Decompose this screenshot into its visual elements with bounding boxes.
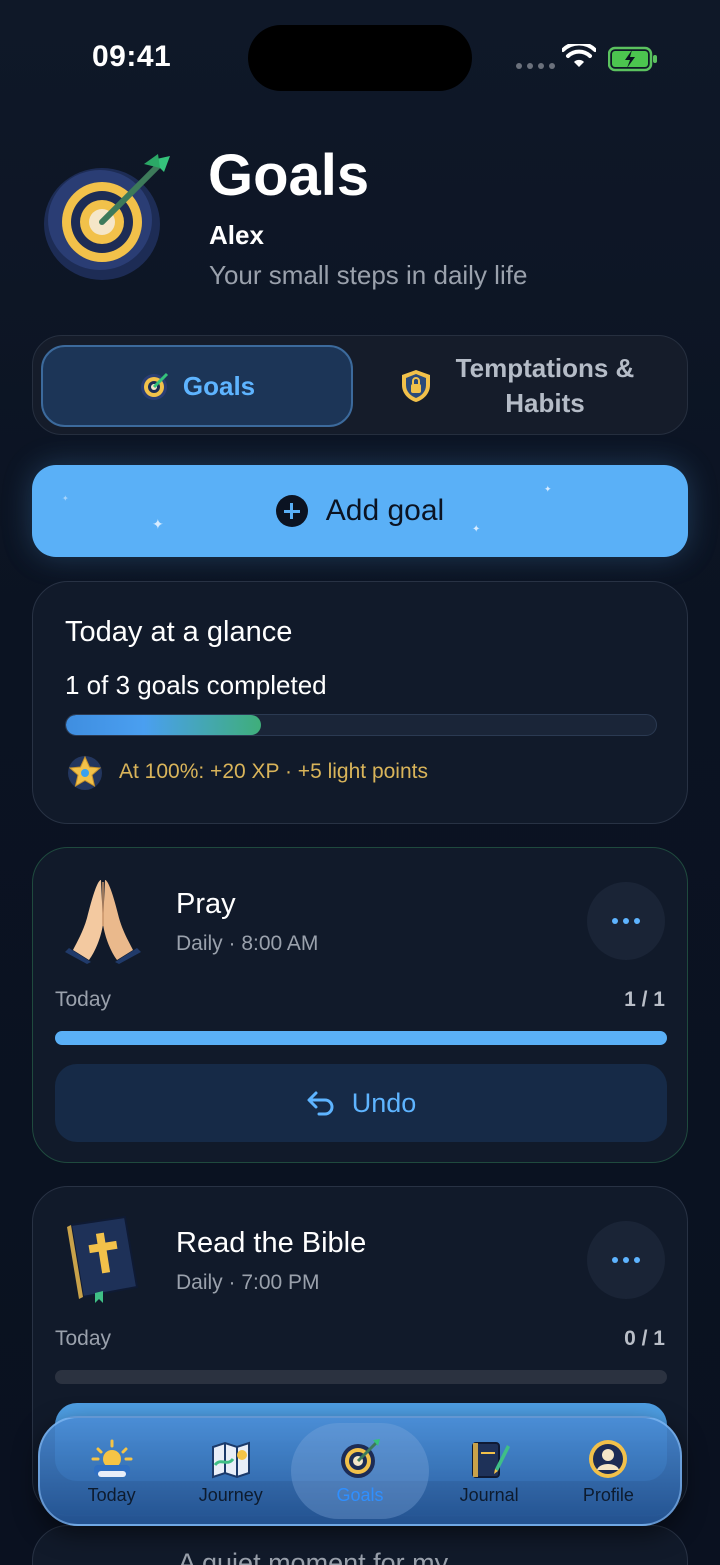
goal-progress-bar bbox=[55, 1031, 667, 1045]
bottom-tab-bar: Today Journey Goals Journal Profile bbox=[38, 1416, 682, 1526]
tab-goals-nav[interactable]: Goals bbox=[290, 1423, 429, 1519]
tab-goals-label: Goals bbox=[182, 370, 256, 401]
profile-icon bbox=[589, 1439, 628, 1478]
tab-temptations-habits[interactable]: Temptations & Habits bbox=[363, 345, 681, 427]
sunrise-icon bbox=[91, 1439, 133, 1477]
glance-title: Today at a glance bbox=[65, 616, 293, 648]
page-title: Goals bbox=[208, 143, 370, 208]
sparkle-icon: ✦ bbox=[472, 524, 481, 535]
shield-lock-icon bbox=[402, 370, 430, 402]
glance-summary: 1 of 3 goals completed bbox=[65, 670, 327, 700]
goal-card-pray: Pray Daily · 8:00 AM Today 1 / 1 Undo bbox=[32, 847, 688, 1163]
sparkle-icon: ✦ bbox=[544, 484, 552, 494]
goals-habits-segmented-control: Goals Temptations & Habits bbox=[32, 335, 688, 435]
tab-label: Profile bbox=[582, 1484, 634, 1505]
tab-label: Goals bbox=[336, 1484, 384, 1505]
journal-icon bbox=[472, 1441, 511, 1478]
star-badge-icon bbox=[68, 755, 102, 790]
daily-progress-bar bbox=[65, 714, 657, 736]
goal-card-quiet-moment: A quiet moment for my bbox=[32, 1525, 688, 1565]
page-subtitle: Your small steps in daily life bbox=[209, 260, 528, 290]
target-icon bbox=[140, 372, 168, 400]
status-time: 09:41 bbox=[92, 40, 172, 73]
tab-label: Today bbox=[87, 1484, 136, 1505]
add-goal-label: Add goal bbox=[325, 494, 445, 527]
cellular-signal-icon bbox=[516, 63, 555, 69]
undo-arrow-icon bbox=[307, 1091, 334, 1116]
map-icon bbox=[211, 1441, 250, 1478]
sparkle-icon: ✦ bbox=[62, 494, 69, 503]
goal-name: Read the Bible bbox=[176, 1227, 367, 1259]
user-name: Alex bbox=[209, 220, 264, 250]
praying-hands-icon bbox=[65, 880, 141, 964]
more-options-button[interactable] bbox=[587, 1221, 665, 1299]
goal-name: Pray bbox=[176, 888, 236, 920]
reward-text: At 100%: +20 XP · +5 light points bbox=[119, 760, 428, 783]
add-goal-button[interactable]: ✦ ✦ ✦ ✦ Add goal bbox=[32, 465, 688, 557]
battery-icon bbox=[608, 46, 657, 72]
wifi-icon bbox=[562, 44, 596, 67]
tab-journey[interactable]: Journey bbox=[172, 1423, 290, 1519]
dynamic-island bbox=[248, 25, 472, 91]
tab-journal[interactable]: Journal bbox=[430, 1423, 548, 1519]
goal-progress-bar bbox=[55, 1370, 667, 1384]
daily-progress-fill bbox=[66, 715, 261, 735]
tab-label: Journey bbox=[198, 1484, 263, 1505]
today-glance-card: Today at a glance 1 of 3 goals completed… bbox=[32, 581, 688, 824]
today-label: Today bbox=[55, 1327, 112, 1350]
target-icon bbox=[340, 1438, 380, 1478]
sparkle-icon: ✦ bbox=[152, 516, 164, 532]
target-icon bbox=[44, 154, 170, 280]
reward-line: At 100%: +20 XP · +5 light points bbox=[65, 752, 428, 792]
tab-goals[interactable]: Goals bbox=[41, 345, 353, 427]
goal-count: 1 / 1 bbox=[624, 988, 665, 1011]
more-options-button[interactable] bbox=[587, 882, 665, 960]
undo-label: Undo bbox=[351, 1087, 417, 1118]
tab-temptations-habits-label: Temptations & Habits bbox=[455, 353, 635, 418]
today-label: Today bbox=[55, 988, 112, 1011]
goals-screen: 09:41 Goals Alex Your small steps in dai… bbox=[0, 0, 720, 1565]
tab-profile[interactable]: Profile bbox=[549, 1423, 667, 1519]
goal-count: 0 / 1 bbox=[624, 1327, 665, 1350]
tab-label: Journal bbox=[459, 1484, 519, 1505]
undo-button[interactable]: Undo bbox=[55, 1064, 667, 1142]
plus-icon bbox=[275, 495, 308, 527]
goal-schedule: Daily · 7:00 PM bbox=[176, 1271, 320, 1294]
bible-icon bbox=[67, 1215, 139, 1303]
goal-schedule: Daily · 8:00 AM bbox=[176, 932, 319, 955]
tab-today[interactable]: Today bbox=[53, 1423, 171, 1519]
goal-name: A quiet moment for my bbox=[178, 1548, 449, 1565]
